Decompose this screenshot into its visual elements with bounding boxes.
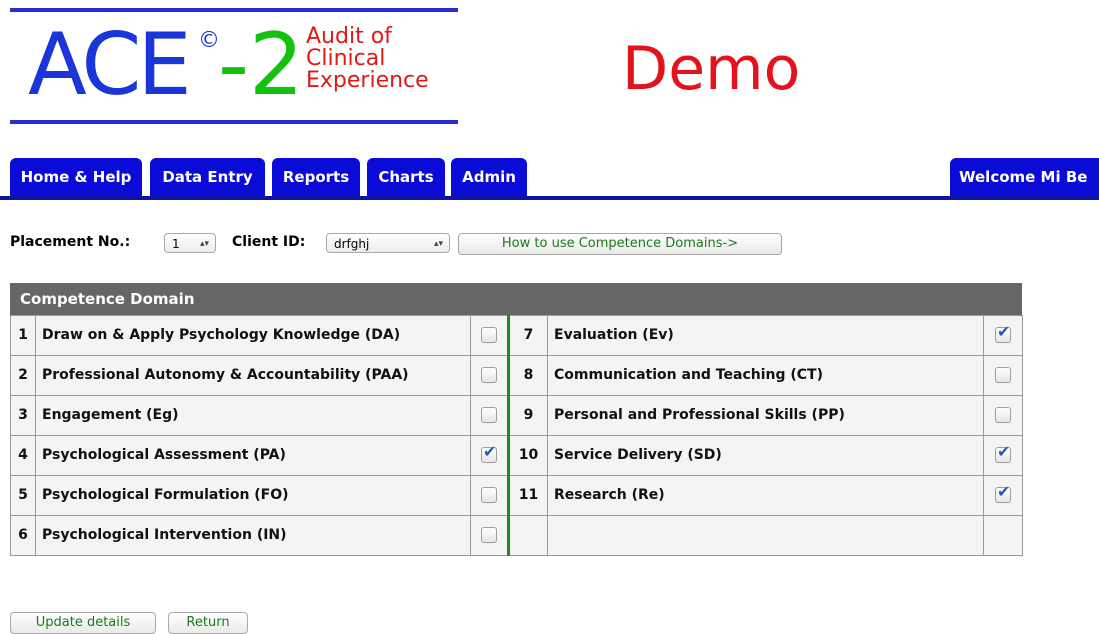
table-row: 1 Draw on & Apply Psychology Knowledge (D… [10,315,1023,356]
domain-checkbox-checked[interactable]: ✔ [995,323,1011,343]
logo-subtitle-line: Audit of [306,24,392,49]
domain-label: Psychological Formulation (FO) [35,475,471,516]
domain-checkbox-checked[interactable]: ✔ [995,483,1011,503]
domain-label [547,515,984,556]
domain-number: 10 [507,435,548,476]
domain-label: Service Delivery (SD) [547,435,984,476]
update-details-button[interactable]: Update details [10,612,156,634]
logo-bottom-rule [10,120,458,124]
table-row: 3 Engagement (Eg) 9 Personal and Profession… [10,395,1023,436]
tab-admin[interactable]: Admin [451,158,527,196]
competence-domain-table: 1 Draw on & Apply Psychology Knowledge (D… [10,315,1023,556]
nav-underline [0,196,1099,200]
checkmark-icon: ✔ [997,442,1011,461]
domain-checkbox-cell [470,315,509,356]
ace2-logo: ACE © -2 Audit of Clinical Experience [10,8,458,124]
domain-checkbox-cell: ✔ [983,435,1023,476]
domain-checkbox-cell: ✔ [470,435,509,476]
tab-data-entry[interactable]: Data Entry [150,158,265,196]
domain-checkbox[interactable] [995,367,1011,383]
domain-number: 2 [10,355,36,396]
logo-ace-text: ACE [28,15,192,115]
domain-number: 3 [10,395,36,436]
domain-checkbox[interactable] [481,367,497,383]
main-nav: Home & Help Data Entry Reports Charts Ad… [0,158,1099,203]
domain-number: 5 [10,475,36,516]
domain-label: Communication and Teaching (CT) [547,355,984,396]
domain-checkbox-cell [470,515,509,556]
domain-checkbox-checked[interactable]: ✔ [481,443,497,463]
domain-label: Evaluation (Ev) [547,315,984,356]
client-id-select[interactable]: drfghj ▴▾ [326,233,450,253]
domain-number: 9 [507,395,548,436]
domain-checkbox-cell: ✔ [983,315,1023,356]
domain-number [507,515,548,556]
domain-number: 4 [10,435,36,476]
tab-home-help[interactable]: Home & Help [10,158,142,196]
domain-number: 8 [507,355,548,396]
placement-select[interactable]: 1 ▴▾ [164,233,216,253]
domain-number: 7 [507,315,548,356]
checkmark-icon: ✔ [997,482,1011,501]
demo-label: Demo [622,34,801,104]
domain-checkbox-cell [470,355,509,396]
tab-charts[interactable]: Charts [367,158,445,196]
competence-domain-header: Competence Domain [10,283,1022,315]
domain-label: Engagement (Eg) [35,395,471,436]
client-id-value: drfghj [334,237,370,251]
select-arrows-icon: ▴▾ [433,239,443,249]
domain-label: Psychological Intervention (IN) [35,515,471,556]
domain-checkbox[interactable] [481,527,497,543]
return-button[interactable]: Return [168,612,248,634]
logo-copyright: © [198,28,220,53]
domain-checkbox[interactable] [481,407,497,423]
domain-checkbox-checked[interactable]: ✔ [995,443,1011,463]
domain-checkbox-cell [983,515,1023,556]
domain-checkbox[interactable] [995,407,1011,423]
domain-checkbox-cell [470,395,509,436]
domain-label: Personal and Professional Skills (PP) [547,395,984,436]
tab-reports[interactable]: Reports [272,158,360,196]
domain-label: Research (Re) [547,475,984,516]
logo-subtitle-line: Clinical [306,46,386,71]
placement-label: Placement No.: [10,234,131,250]
domain-checkbox-cell: ✔ [983,475,1023,516]
logo-two-text: -2 [218,15,304,115]
checkmark-icon: ✔ [483,442,497,461]
client-id-label: Client ID: [232,234,306,250]
domain-label: Psychological Assessment (PA) [35,435,471,476]
select-arrows-icon: ▴▾ [199,239,209,249]
domain-checkbox-cell [983,355,1023,396]
table-row: 2 Professional Autonomy & Accountability … [10,355,1023,396]
domain-checkbox[interactable] [481,327,497,343]
table-row: 6 Psychological Intervention (IN) [10,515,1023,556]
placement-value: 1 [172,237,180,251]
table-row: 5 Psychological Formulation (FO) 11 Researc… [10,475,1023,516]
table-row: 4 Psychological Assessment (PA) ✔ 10 Service… [10,435,1023,476]
domain-number: 6 [10,515,36,556]
checkmark-icon: ✔ [997,322,1011,341]
domain-checkbox-cell [470,475,509,516]
logo-subtitle-line: Experience [306,68,429,93]
welcome-user-tab[interactable]: Welcome Mi Be [950,158,1099,196]
how-to-use-domains-button[interactable]: How to use Competence Domains-> [458,233,782,255]
domain-number: 1 [10,315,36,356]
domain-label: Professional Autonomy & Accountability (… [35,355,471,396]
domain-checkbox[interactable] [481,487,497,503]
domain-checkbox-cell [983,395,1023,436]
domain-label: Draw on & Apply Psychology Knowledge (DA… [35,315,471,356]
domain-number: 11 [507,475,548,516]
logo-subtitle: Audit of Clinical Experience [306,26,429,92]
